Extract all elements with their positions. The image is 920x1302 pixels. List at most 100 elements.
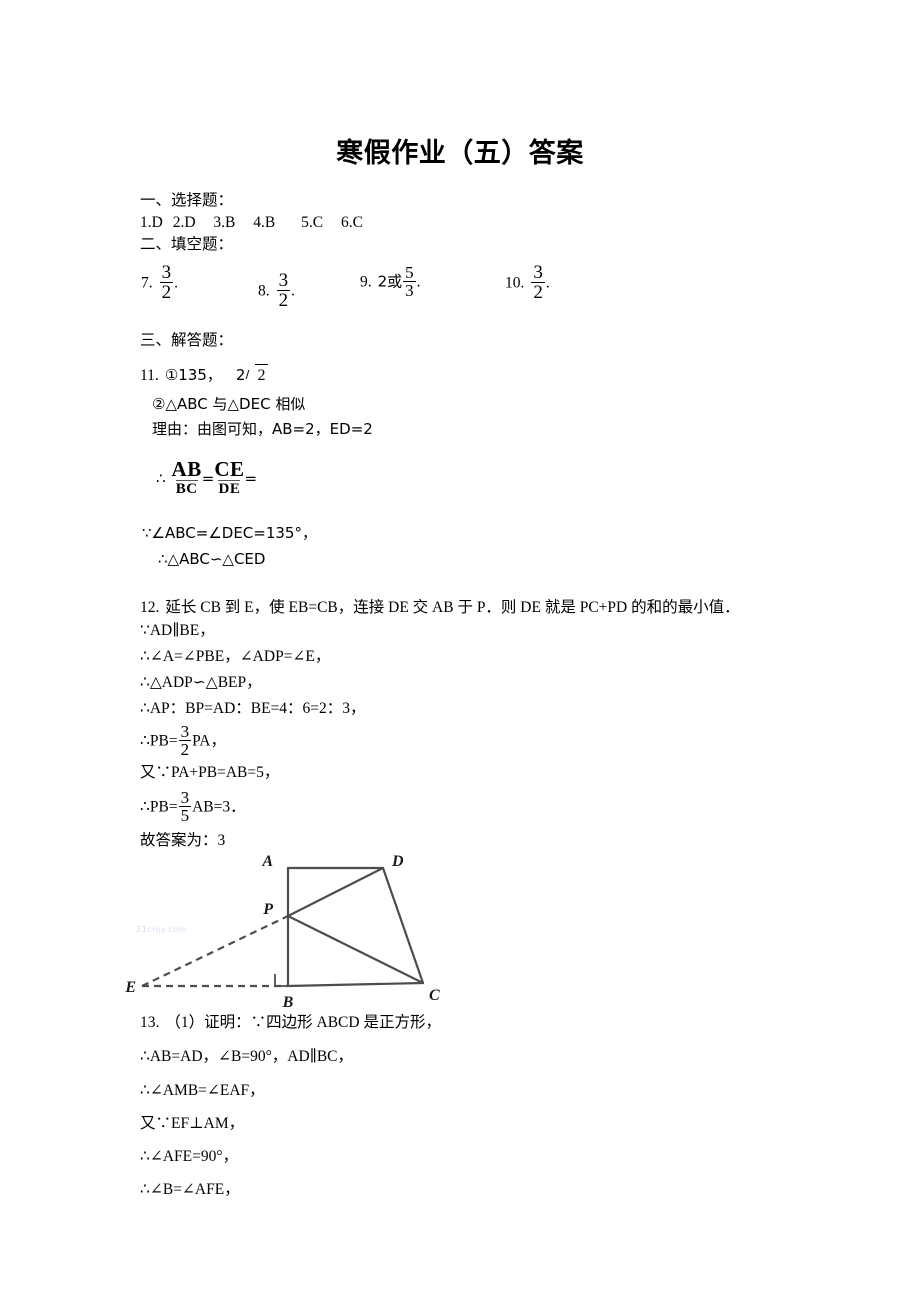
q13-line-4: 又∵EF⊥AM，: [140, 1115, 245, 1132]
choice-answer-6-num: 6.: [340, 214, 353, 231]
q12-number: 12.: [140, 599, 160, 616]
q11-radical-coefficient: 2: [235, 366, 246, 384]
choice-answers-row: 1.D 2.D 3.B 4.B 5.C 6.C: [140, 212, 363, 234]
q12-line-3: ∴∠A=∠PBE，∠ADP=∠E，: [140, 648, 331, 665]
choice-section-heading: 一、选择题：: [140, 192, 234, 209]
fraction-three-halves-pa-denominator: 2: [178, 740, 192, 760]
geometry-figure-svg: A D P B C E: [124, 853, 440, 1011]
fraction-9: 53: [403, 264, 416, 300]
ratio-ce-de-denominator: DE: [218, 480, 241, 498]
choice-answer-2-val: D: [184, 214, 196, 231]
q12-line-6: ∴PB= 3 2 PA，: [140, 722, 226, 760]
choice-answer-5-val: C: [312, 214, 324, 231]
q11-part1-answer: ①135，: [164, 366, 222, 384]
choice-answer-1-num: 1.: [140, 214, 152, 231]
fraction-three-halves-pa-numerator: 3: [180, 722, 190, 741]
ratio-ab-bc: AB BC: [172, 458, 202, 498]
fill-item-9-tail: .: [416, 273, 421, 291]
solve-section-heading: 三、解答题：: [140, 332, 234, 349]
q13-line-1: 13. （1）证明：∵四边形 ABCD 是正方形，: [140, 1012, 441, 1034]
fill-item-8: 8. 3 2.: [258, 270, 295, 312]
fill-item-10-number: 10.: [505, 274, 525, 292]
sqrt-icon: 2: [246, 364, 269, 387]
q13-line-1-text: （1）证明：∵四边形 ABCD 是正方形，: [165, 1014, 441, 1031]
figure-label-P: P: [262, 901, 273, 918]
q13-line-3: ∴∠AMB=∠EAF，: [140, 1082, 265, 1099]
ratio-ab-bc-numerator: AB: [171, 457, 202, 481]
fraction-three-fifths-ab-numerator: 3: [180, 788, 190, 807]
ratio-ce-de-numerator: CE: [214, 457, 245, 481]
figure-label-B: B: [282, 994, 294, 1011]
q12-line-7: 又∵PA+PB=AB=5，: [140, 764, 280, 781]
fraction-three-fifths-ab: 35: [178, 788, 192, 826]
choice-answer-3-val: B: [225, 214, 236, 231]
q12-line-8: ∴PB= 3 5 AB=3．: [140, 788, 246, 826]
segment-ep-dashed: [141, 915, 289, 987]
segment-pd: [286, 866, 385, 918]
fraction-7-denominator: 2: [159, 282, 174, 304]
q12-line-4: ∴△ADP∽△BEP，: [140, 674, 262, 691]
fill-item-9-prefix: 2或: [377, 272, 403, 291]
fraction-10-numerator: 3: [533, 262, 543, 283]
q12-line-2: ∵AD∥BE，: [140, 622, 215, 639]
q11-equals-2: =: [244, 469, 258, 488]
fraction-8-numerator: 3: [278, 270, 289, 291]
page-title: 寒假作业（五）答案: [336, 138, 584, 169]
q11-radicand: 2: [255, 364, 269, 387]
figure-label-D: D: [391, 853, 404, 870]
fill-item-7-number: 7.: [141, 274, 153, 292]
q13-line-5: ∴∠AFE=90°，: [140, 1148, 239, 1165]
choice-answer-4-num: 4.: [253, 214, 265, 231]
q11-ratio-line: ∴ AB BC = CE DE =: [156, 458, 258, 500]
fill-item-8-number: 8.: [258, 282, 270, 300]
segment-bc: [286, 981, 425, 988]
choice-answer-4-val: B: [264, 214, 276, 231]
figure-label-C: C: [429, 987, 440, 1004]
fraction-10-denominator: 2: [531, 282, 545, 304]
fill-item-10: 10. 3 2.: [505, 263, 550, 304]
fraction-7: 32: [159, 262, 174, 304]
choice-answer-5-num: 5.: [301, 214, 313, 231]
q11-equals-1: =: [201, 469, 215, 488]
q11-line-5: ∵∠ABC=∠DEC=135°，: [142, 524, 317, 542]
fraction-8: 32: [276, 270, 291, 312]
q13-line-2: ∴AB=AD，∠B=90°，AD∥BC，: [140, 1048, 354, 1065]
document-page: 寒假作业（五）答案 一、选择题： 1.D 2.D 3.B 4.B 5.C 6.C…: [0, 0, 920, 1302]
geometry-figure: A D P B C E: [120, 848, 450, 1013]
fill-item-7: 7. 3 2.: [141, 262, 178, 304]
choice-answer-1-val: D: [151, 214, 163, 231]
ratio-ab-bc-denominator: BC: [175, 480, 198, 498]
q12-line-6-suffix: PA，: [192, 732, 226, 750]
q13-line-6: ∴∠B=∠AFE，: [140, 1181, 240, 1198]
fill-item-7-tail: .: [174, 274, 178, 292]
fraction-10: 32: [531, 263, 545, 303]
q12-line-5: ∴AP：BP=AD：BE=4：6=2：3，: [140, 700, 366, 717]
q12-line-6-prefix: ∴PB=: [140, 732, 178, 750]
fraction-9-denominator: 3: [403, 281, 416, 301]
choice-answer-6-val: C: [352, 214, 363, 231]
choice-answer-3-num: 3.: [213, 214, 226, 231]
right-angle-marker-icon: [274, 974, 288, 987]
choice-answer-2-num: 2.: [172, 214, 185, 231]
ratio-ce-de: CE DE: [214, 458, 244, 498]
figure-solid-lines: [286, 866, 425, 988]
fraction-three-halves-pa: 32: [178, 722, 192, 760]
q12-line-8-suffix: AB=3．: [192, 798, 246, 816]
fraction-7-numerator: 3: [161, 262, 172, 283]
fraction-8-denominator: 2: [276, 290, 291, 312]
fill-item-9: 9. 2或 5 3.: [360, 264, 421, 301]
q11-line-2: ②△ABC 与△DEC 相似: [152, 395, 306, 413]
figure-dashed-lines: [141, 915, 289, 988]
fill-item-10-tail: .: [545, 274, 550, 292]
q12-line-1: 12. 延长 CB 到 E，使 EB=CB，连接 DE 交 AB 于 P．则 DE…: [140, 597, 740, 619]
q11-ratio-therefore: ∴: [156, 469, 166, 488]
q12-line-8-prefix: ∴PB=: [140, 798, 178, 816]
figure-label-A: A: [261, 853, 273, 870]
q11-line-3: 理由：由图可知，AB=2，ED=2: [152, 420, 373, 438]
fraction-three-fifths-ab-denominator: 5: [178, 806, 192, 826]
q13-number: 13.: [140, 1014, 160, 1031]
fill-section-heading: 二、填空题：: [140, 236, 234, 253]
q11-number: 11.: [140, 367, 159, 384]
q12-line-1-text: 延长 CB 到 E，使 EB=CB，连接 DE 交 AB 于 P．则 DE 就是…: [165, 599, 740, 616]
figure-label-E: E: [124, 979, 136, 996]
